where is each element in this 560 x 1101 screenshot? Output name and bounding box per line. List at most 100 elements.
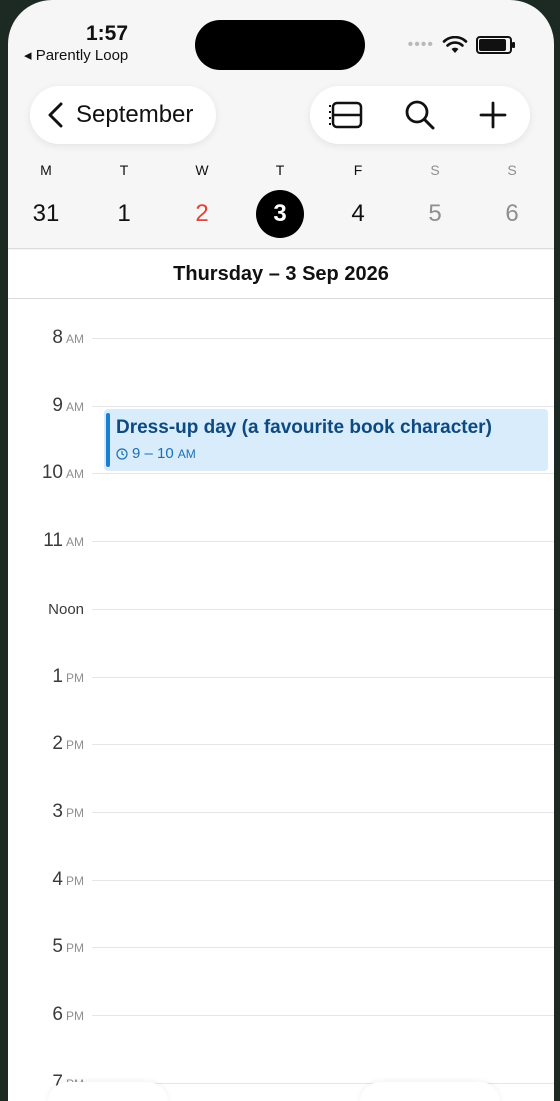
weekday-label: W [195,162,209,178]
list-view-button[interactable] [327,95,367,135]
hour-label: 9 AM [52,395,84,417]
event-time-range: 9 – 10 [132,445,174,462]
hour-row: 1 PM [8,666,554,688]
hour-gridline [92,879,554,881]
hour-ampm: AM [66,535,84,550]
hour-label: 3 PM [52,801,84,823]
cellular-signal-icon: •••• [407,36,434,53]
hour-number: 6 [52,1004,63,1025]
hour-label: 6 PM [52,1004,84,1026]
hour-gridline [92,608,554,610]
day-number: 5 [428,200,442,227]
week-day-1[interactable]: T1 [94,160,154,238]
hour-label: 5 PM [52,936,84,958]
week-day-5[interactable]: S5 [405,160,465,238]
hour-number: Noon [48,600,84,618]
hour-gridline [92,541,554,543]
back-to-app-link[interactable]: ◂ Parently Loop [24,46,128,64]
hour-label: 10 AM [42,462,84,484]
hour-gridline [92,947,554,949]
weekday-label: F [353,162,363,178]
hour-number: 1 [52,665,63,687]
divider [8,248,554,249]
clock-icon [116,447,128,460]
hour-number: 9 [52,394,63,416]
hour-label: Noon [48,601,84,618]
day-number: 4 [351,200,365,227]
hour-number: 11 [43,530,63,552]
hour-gridline [92,1015,554,1016]
hour-row: 8 AM [8,327,554,349]
hour-number: 2 [52,733,63,755]
search-button[interactable] [400,95,440,135]
status-indicators: •••• [407,36,515,54]
hour-gridline [92,338,554,339]
day-timeline[interactable]: 8AM9AM10AM11AMNoon1PM2PM3PM4PM5PM6PM7PM … [8,299,554,1101]
day-number: 1 [117,200,131,227]
day-number: 6 [505,200,519,227]
hour-number: 5 [52,936,63,958]
hour-ampm: PM [66,1009,84,1023]
weekday-label: S [430,162,440,178]
weekday-label: S [507,162,517,178]
list-view-icon [328,101,362,129]
status-time: 1:57 [86,22,129,45]
bottom-toolbar-left[interactable] [48,1082,168,1101]
hour-gridline [92,676,554,678]
hour-number: 8 [52,327,63,348]
week-day-4[interactable]: F4 [328,160,388,238]
week-day-31[interactable]: M 31 [16,160,76,238]
hour-ampm: PM [66,670,84,685]
week-day-6[interactable]: S6 [482,160,542,238]
toolbar-actions [310,86,530,144]
hour-ampm: PM [66,873,84,888]
hour-label: 8 AM [52,327,84,349]
hour-gridline [92,744,554,746]
hour-ampm: AM [66,467,84,482]
week-day-2[interactable]: W2 [172,160,232,238]
weekday-label: T [119,162,129,178]
hour-gridline [92,811,554,813]
bottom-toolbar-right[interactable] [360,1082,500,1101]
hour-label: 11 AM [43,530,84,552]
battery-icon [476,36,515,54]
chevron-left-icon [48,102,63,128]
event-title: Dress-up day (a favourite book character… [116,417,492,438]
day-number: 31 [32,200,60,227]
back-month-label: September [76,101,194,128]
hour-row: 11 AM [8,530,554,552]
hour-row: 3 PM [8,801,554,823]
hour-row: 5 PM [8,936,554,958]
hour-row: Noon [8,598,554,618]
hour-ampm: PM [66,805,84,820]
hour-ampm: PM [66,941,84,956]
week-day-3[interactable]: T3 [250,160,310,238]
hour-label: 1 PM [52,666,84,688]
event-time-ampm: AM [177,446,196,461]
hour-label: 4 PM [52,869,84,891]
hour-number: 4 [52,868,63,890]
hour-label: 2 PM [52,733,84,755]
phone-screen: 1:57 ◂ Parently Loop •••• September M 31… [8,0,554,1101]
event-color-bar [106,413,110,467]
weekday-label: M [40,162,52,178]
plus-icon [479,101,507,129]
calendar-event[interactable]: Dress-up day (a favourite book character… [104,409,548,471]
day-number: 3 [256,190,304,238]
hour-ampm: AM [66,332,84,346]
hour-gridline [92,405,554,407]
hour-ampm: AM [66,399,84,414]
hour-row: 2 PM [8,733,554,755]
weekday-label: T [275,162,285,178]
selected-day-title: Thursday – 3 Sep 2026 [8,250,554,298]
hour-number: 3 [52,800,63,822]
event-time: 9 – 10 AM [116,445,196,462]
back-button[interactable]: September [30,86,216,144]
hour-number: 10 [41,462,63,484]
hour-row: 4 PM [8,869,554,891]
day-number: 2 [195,200,209,227]
dynamic-island [195,20,365,70]
week-strip: M 31 T 1 W 2 T 3 F 4 S 5 S 6 [8,160,554,248]
add-event-button[interactable] [473,95,513,135]
hour-gridline [92,473,554,475]
